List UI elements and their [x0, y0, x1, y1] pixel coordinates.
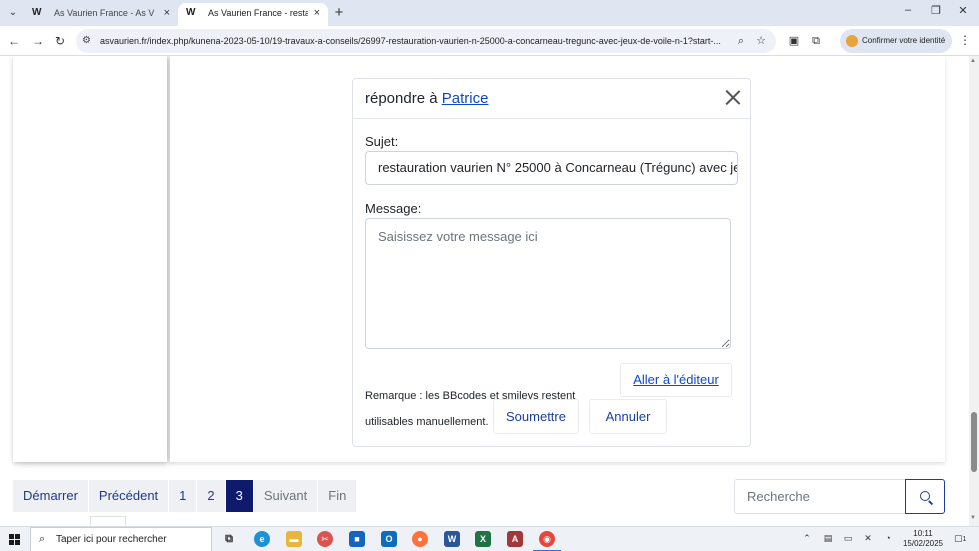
- identity-label: Confirmer votre identité: [862, 36, 946, 45]
- maximize-icon[interactable]: ❐: [926, 4, 946, 17]
- tab-title: As Vaurien France - restauration: [208, 8, 308, 18]
- outlook-icon[interactable]: O: [381, 531, 397, 547]
- back-arrow-icon[interactable]: ←: [6, 33, 22, 49]
- notification-count: 1: [962, 536, 967, 543]
- firefox-icon[interactable]: ●: [412, 531, 428, 547]
- tray-app-icon[interactable]: ▤: [821, 533, 835, 544]
- confirm-identity-button[interactable]: Confirmer votre identité: [840, 29, 952, 53]
- reply-author-link[interactable]: Patrice: [442, 90, 489, 107]
- message-label: Message:: [365, 201, 422, 216]
- tab-close-icon[interactable]: ×: [314, 3, 320, 23]
- subject-input[interactable]: restauration vaurien N° 25000 à Concarne…: [365, 151, 738, 185]
- site-favicon-icon: W: [32, 7, 42, 18]
- forum-search-input[interactable]: Recherche: [734, 479, 906, 514]
- tray-chevron-up-icon[interactable]: ⌃: [800, 533, 814, 544]
- extensions-puzzle-icon[interactable]: ⧉: [808, 33, 824, 49]
- taskbar-search-icon: ⌕: [39, 533, 46, 545]
- subject-label: Sujet:: [365, 134, 399, 149]
- profile-avatar-icon: [846, 35, 858, 47]
- submit-button[interactable]: Soumettre: [493, 399, 579, 434]
- pagination-page-2[interactable]: 2: [197, 480, 226, 512]
- chrome-icon[interactable]: ◉: [533, 531, 561, 551]
- windows-taskbar: ⌕ Taper ici pour rechercher ⧉ e ▬ ✂ ■ O …: [0, 526, 979, 551]
- edge-browser-icon[interactable]: e: [254, 531, 270, 547]
- forum-search-button[interactable]: [905, 479, 945, 514]
- file-explorer-icon[interactable]: ▬: [286, 531, 302, 547]
- snipping-tool-icon[interactable]: ✂: [317, 531, 333, 547]
- bookmark-star-icon[interactable]: ☆: [754, 34, 768, 48]
- forum-left-panel: [13, 56, 167, 462]
- tab-title: As Vaurien France - As Vaurien: [54, 8, 154, 18]
- window-close-icon[interactable]: ✕: [953, 4, 973, 17]
- pagination-page-current: 3: [225, 480, 254, 512]
- forward-arrow-icon[interactable]: →: [30, 33, 46, 49]
- page-scrollbar[interactable]: ▲ ▼: [969, 56, 979, 526]
- tab-search-chevron-icon[interactable]: ⌄: [6, 6, 20, 20]
- store-app-icon[interactable]: ■: [349, 531, 365, 547]
- scroll-down-arrow-icon[interactable]: ▼: [970, 515, 976, 521]
- reload-icon[interactable]: ↻: [52, 33, 68, 49]
- search-icon: [920, 491, 930, 501]
- pagination-previous[interactable]: Précédent: [88, 480, 170, 512]
- windows-start-icon[interactable]: [9, 534, 20, 545]
- page-viewport: répondre à Patrice Sujet: restauration v…: [0, 56, 969, 526]
- battery-icon[interactable]: ▭: [841, 533, 855, 544]
- address-bar[interactable]: ⚙ asvaurien.fr/index.php/kunena-2023-05-…: [76, 29, 776, 53]
- taskbar-search-box[interactable]: ⌕ Taper ici pour rechercher: [30, 527, 212, 551]
- extension-icon[interactable]: ▣: [786, 33, 802, 49]
- new-tab-plus-icon[interactable]: +: [331, 3, 347, 23]
- scrollbar-thumb[interactable]: [971, 412, 977, 472]
- browser-tab-1[interactable]: W As Vaurien France - As Vaurien ×: [24, 3, 178, 26]
- clock-date: 15/02/2025: [902, 539, 944, 548]
- scroll-up-arrow-icon[interactable]: ▲: [970, 58, 976, 64]
- clock-time: 10:11: [913, 529, 933, 538]
- pagination-last: Fin: [318, 480, 358, 512]
- close-icon[interactable]: [723, 87, 743, 107]
- cancel-button[interactable]: Annuler: [589, 399, 667, 434]
- partial-element: [90, 516, 126, 526]
- site-info-icon[interactable]: ⚙: [82, 34, 96, 48]
- reply-header: répondre à Patrice: [353, 79, 750, 119]
- excel-icon[interactable]: X: [475, 531, 491, 547]
- word-icon[interactable]: W: [444, 531, 460, 547]
- taskbar-search-placeholder: Taper ici pour rechercher: [56, 534, 167, 545]
- browser-tab-bar: ⌄ W As Vaurien France - As Vaurien × W A…: [0, 0, 979, 26]
- pagination: Démarrer Précédent 1 2 3 Suivant Fin: [13, 480, 358, 512]
- go-to-editor-button[interactable]: Aller à l'éditeur: [620, 363, 732, 397]
- reply-title: répondre à Patrice: [365, 90, 488, 107]
- taskbar-clock[interactable]: 10:11 15/02/2025: [898, 529, 948, 549]
- task-view-icon[interactable]: ⧉: [221, 531, 237, 547]
- site-favicon-icon: W: [186, 7, 196, 18]
- zoom-icon[interactable]: ⌕: [734, 34, 748, 48]
- tab-close-icon[interactable]: ×: [164, 3, 170, 23]
- reply-title-prefix: répondre à: [365, 90, 438, 107]
- quick-reply-card: répondre à Patrice Sujet: restauration v…: [352, 78, 751, 447]
- browser-toolbar: ← → ↻ ⚙ asvaurien.fr/index.php/kunena-20…: [0, 26, 979, 56]
- volume-muted-icon[interactable]: ✕: [861, 533, 875, 544]
- url-text[interactable]: asvaurien.fr/index.php/kunena-2023-05-10…: [100, 29, 728, 53]
- minimize-icon[interactable]: –: [898, 4, 918, 16]
- browser-menu-kebab-icon[interactable]: ⋮: [958, 33, 972, 49]
- browser-tab-2-active[interactable]: W As Vaurien France - restauration ×: [178, 3, 328, 26]
- pagination-first[interactable]: Démarrer: [13, 480, 89, 512]
- notification-center-icon[interactable]: ▢1: [954, 533, 968, 546]
- message-textarea[interactable]: [365, 218, 731, 349]
- wifi-icon[interactable]: ◔: [881, 533, 895, 543]
- pagination-next: Suivant: [253, 480, 319, 512]
- pagination-page-1[interactable]: 1: [169, 480, 198, 512]
- access-icon[interactable]: A: [507, 531, 523, 547]
